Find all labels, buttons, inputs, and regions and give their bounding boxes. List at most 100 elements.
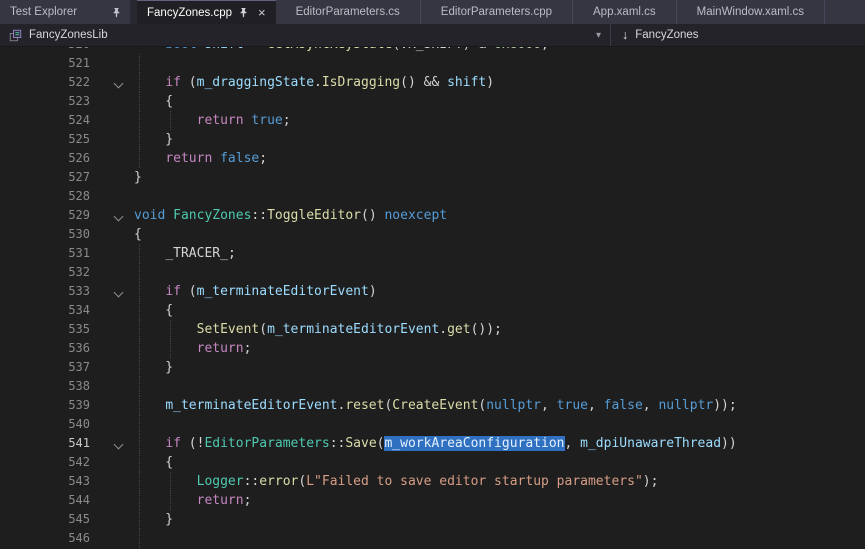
fold-margin [108, 510, 134, 529]
line-number: 531 [0, 244, 108, 263]
code-line[interactable]: 525 } [0, 130, 865, 149]
code-text: if (!EditorParameters::Save(m_workAreaCo… [134, 434, 865, 453]
line-number: 546 [0, 529, 108, 548]
code-line[interactable]: 540 [0, 415, 865, 434]
code-text: { [134, 225, 865, 244]
fold-margin [108, 225, 134, 244]
code-text [134, 54, 865, 73]
code-editor[interactable]: 520 bool shift = GetAsyncKeyState(VK_SHI… [0, 47, 865, 549]
line-number: 537 [0, 358, 108, 377]
code-line[interactable]: 526 return false; [0, 149, 865, 168]
code-text: _TRACER_; [134, 244, 865, 263]
code-line[interactable]: 528 [0, 187, 865, 206]
code-line[interactable]: 535 SetEvent(m_terminateEditorEvent.get(… [0, 320, 865, 339]
fold-margin [108, 301, 134, 320]
code-line[interactable]: 538 [0, 377, 865, 396]
code-text: return false; [134, 149, 865, 168]
tab-label: App.xaml.cs [593, 6, 656, 18]
code-line[interactable]: 543 Logger::error(L"Failed to save edito… [0, 472, 865, 491]
code-line[interactable]: 531 _TRACER_; [0, 244, 865, 263]
fold-chevron-icon[interactable] [108, 206, 134, 225]
fold-chevron-icon[interactable] [108, 434, 134, 453]
member-dropdown-label: FancyZones [635, 29, 698, 41]
line-number: 545 [0, 510, 108, 529]
tab-label: EditorParameters.cs [296, 6, 400, 18]
code-line[interactable]: 536 return; [0, 339, 865, 358]
code-line[interactable]: 541 if (!EditorParameters::Save(m_workAr… [0, 434, 865, 453]
fold-margin [108, 415, 134, 434]
project-dropdown[interactable]: FancyZonesLib ▾ [0, 29, 610, 42]
line-number: 530 [0, 225, 108, 244]
code-line[interactable]: 522 if (m_draggingState.IsDragging() && … [0, 73, 865, 92]
tab-label: FancyZones.cpp [147, 7, 232, 19]
code-area: 520 bool shift = GetAsyncKeyState(VK_SHI… [0, 47, 865, 548]
fold-margin [108, 339, 134, 358]
line-number: 523 [0, 92, 108, 111]
code-line[interactable]: 527} [0, 168, 865, 187]
code-text [134, 187, 865, 206]
fold-margin [108, 149, 134, 168]
line-number: 536 [0, 339, 108, 358]
code-text: Logger::error(L"Failed to save editor st… [134, 472, 865, 491]
tab-editorparameters-cs[interactable]: EditorParameters.cs [276, 0, 421, 24]
code-line[interactable]: 533 if (m_terminateEditorEvent) [0, 282, 865, 301]
code-text: } [134, 510, 865, 529]
code-line[interactable]: 534 { [0, 301, 865, 320]
code-text: return; [134, 491, 865, 510]
code-line[interactable]: 532 [0, 263, 865, 282]
fold-margin [108, 187, 134, 206]
code-line[interactable]: 521 [0, 54, 865, 73]
code-text: void FancyZones::ToggleEditor() noexcept [134, 206, 865, 225]
line-number: 529 [0, 206, 108, 225]
fold-chevron-icon[interactable] [108, 282, 134, 301]
tab-editorparameters-cpp[interactable]: EditorParameters.cpp [421, 0, 573, 24]
code-line[interactable]: 545 } [0, 510, 865, 529]
code-text: } [134, 168, 865, 187]
code-text [134, 377, 865, 396]
line-number: 542 [0, 453, 108, 472]
fold-margin [108, 111, 134, 130]
code-text: { [134, 92, 865, 111]
fold-margin [108, 377, 134, 396]
tab-test-explorer[interactable]: Test Explorer [0, 0, 130, 24]
code-text: if (m_draggingState.IsDragging() && shif… [134, 73, 865, 92]
fold-margin [108, 54, 134, 73]
line-number: 540 [0, 415, 108, 434]
fold-margin [108, 358, 134, 377]
fold-margin [108, 168, 134, 187]
code-line[interactable]: 524 return true; [0, 111, 865, 130]
line-number: 541 [0, 434, 108, 453]
line-number: 527 [0, 168, 108, 187]
tab-app-xaml-cs[interactable]: App.xaml.cs [573, 0, 677, 24]
line-number: 535 [0, 320, 108, 339]
navigation-bar: FancyZonesLib ▾ ↓ FancyZones [0, 24, 865, 47]
fold-margin [108, 130, 134, 149]
project-icon [9, 29, 22, 42]
code-line[interactable]: 546 [0, 529, 865, 548]
code-line[interactable]: 539 m_terminateEditorEvent.reset(CreateE… [0, 396, 865, 415]
fold-margin [108, 453, 134, 472]
line-number: 521 [0, 54, 108, 73]
fold-chevron-icon[interactable] [108, 73, 134, 92]
pin-icon[interactable] [238, 7, 249, 18]
code-line[interactable]: 530 { [0, 225, 865, 244]
tab-fancyzones-cpp[interactable]: FancyZones.cpp × [137, 0, 276, 24]
close-icon[interactable]: × [258, 6, 266, 19]
code-text: return; [134, 339, 865, 358]
fold-margin [108, 472, 134, 491]
code-line[interactable]: 529 void FancyZones::ToggleEditor() noexc… [0, 206, 865, 225]
code-line[interactable]: 520 bool shift = GetAsyncKeyState(VK_SHI… [0, 47, 865, 54]
code-text: m_terminateEditorEvent.reset(CreateEvent… [134, 396, 865, 415]
fold-margin [108, 263, 134, 282]
member-dropdown[interactable]: ↓ FancyZones [611, 29, 710, 42]
pin-icon[interactable] [111, 7, 122, 18]
code-line[interactable]: 542 { [0, 453, 865, 472]
tab-label: Test Explorer [10, 6, 77, 18]
code-line[interactable]: 537 } [0, 358, 865, 377]
code-line[interactable]: 523 { [0, 92, 865, 111]
code-line[interactable]: 544 return; [0, 491, 865, 510]
line-number: 524 [0, 111, 108, 130]
tab-mainwindow-xaml-cs[interactable]: MainWindow.xaml.cs [677, 0, 825, 24]
tab-bar: Test Explorer FancyZones.cpp × EditorPar… [0, 0, 865, 24]
code-text: if (m_terminateEditorEvent) [134, 282, 865, 301]
